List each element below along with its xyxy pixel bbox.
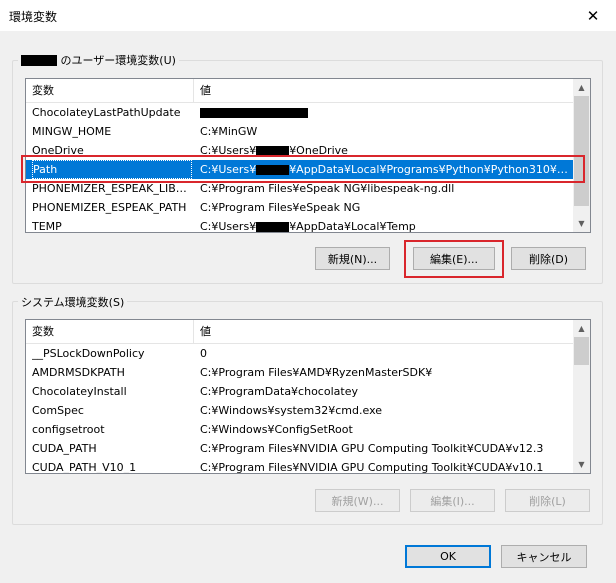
scroll-thumb[interactable] bbox=[574, 337, 589, 365]
window-title: 環境変数 bbox=[9, 10, 58, 24]
system-edit-button[interactable]: 編集(I)... bbox=[410, 489, 495, 512]
variable-value: C:¥Windows¥system32¥cmd.exe bbox=[200, 404, 383, 417]
vertical-scrollbar[interactable]: ▲ ▼ bbox=[573, 79, 590, 232]
column-header-value[interactable]: 値 bbox=[194, 320, 573, 344]
list-header: 変数 値 bbox=[26, 320, 573, 344]
system-variables-label: システム環境変数(S) bbox=[18, 294, 128, 310]
variable-name: CUDA_PATH bbox=[32, 442, 97, 455]
variable-value: C:¥Program Files¥AMD¥RyzenMasterSDK¥ bbox=[200, 366, 433, 379]
variable-name: CUDA_PATH_V10_1 bbox=[32, 461, 137, 474]
scroll-up-icon[interactable]: ▲ bbox=[573, 320, 590, 337]
table-row[interactable]: AMDRMSDKPATH C:¥Program Files¥AMD¥RyzenM… bbox=[26, 363, 573, 382]
scroll-down-icon[interactable]: ▼ bbox=[573, 215, 590, 232]
variable-value: C:¥Program Files¥eSpeak NG bbox=[200, 201, 361, 214]
list-header: 変数 値 bbox=[26, 79, 573, 103]
variable-name: PHONEMIZER_ESPEAK_PATH bbox=[32, 201, 187, 214]
table-row[interactable]: configsetroot C:¥Windows¥ConfigSetRoot bbox=[26, 420, 573, 439]
variable-value: C:¥Users¥ ¥OneDrive bbox=[200, 144, 348, 157]
cancel-button[interactable]: キャンセル bbox=[501, 545, 587, 568]
variable-name: TEMP bbox=[32, 220, 62, 233]
table-row[interactable]: TEMP C:¥Users¥ ¥AppData¥Local¥Temp bbox=[26, 217, 573, 233]
variable-value: C:¥Program Files¥NVIDIA GPU Computing To… bbox=[200, 461, 544, 474]
variable-name: OneDrive bbox=[32, 144, 84, 157]
table-row[interactable]: ChocolateyLastPathUpdate bbox=[26, 103, 573, 122]
table-row[interactable]: MINGW_HOME C:¥MinGW bbox=[26, 122, 573, 141]
table-row[interactable]: PHONEMIZER_ESPEAK_PATH C:¥Program Files¥… bbox=[26, 198, 573, 217]
redacted-username bbox=[256, 146, 290, 156]
ok-button[interactable]: OK bbox=[405, 545, 491, 568]
user-edit-button[interactable]: 編集(E)... bbox=[413, 247, 495, 270]
variable-name: Path bbox=[32, 160, 192, 179]
user-new-button[interactable]: 新規(N)... bbox=[315, 247, 390, 270]
column-header-value[interactable]: 値 bbox=[194, 79, 573, 103]
variable-value: C:¥Users¥ ¥AppData¥Local¥Programs¥Python¥… bbox=[200, 163, 570, 176]
variable-name: configsetroot bbox=[32, 423, 105, 436]
system-variables-list[interactable]: 変数 値 __PSLockDownPolicy 0 AMDRMSDKPATH C… bbox=[25, 319, 591, 474]
system-new-button[interactable]: 新規(W)... bbox=[315, 489, 400, 512]
variable-value: C:¥Program Files¥eSpeak NG¥libespeak-ng.… bbox=[200, 182, 455, 195]
table-row-selected[interactable]: Path C:¥Users¥ ¥AppData¥Local¥Programs¥Py… bbox=[26, 160, 573, 179]
variable-name: PHONEMIZER_ESPEAK_LIBR... bbox=[32, 182, 192, 195]
variable-name: __PSLockDownPolicy bbox=[32, 347, 145, 360]
variable-name: AMDRMSDKPATH bbox=[32, 366, 125, 379]
variable-value: 0 bbox=[200, 347, 207, 360]
vertical-scrollbar[interactable]: ▲ ▼ bbox=[573, 320, 590, 473]
close-icon[interactable]: ✕ bbox=[570, 0, 616, 31]
table-row[interactable]: __PSLockDownPolicy 0 bbox=[26, 344, 573, 363]
redacted-username bbox=[21, 55, 57, 66]
table-row[interactable]: PHONEMIZER_ESPEAK_LIBR... C:¥Program Fil… bbox=[26, 179, 573, 198]
column-header-variable[interactable]: 変数 bbox=[26, 79, 194, 103]
table-row[interactable]: ComSpec C:¥Windows¥system32¥cmd.exe bbox=[26, 401, 573, 420]
title-bar: 環境変数 ✕ bbox=[0, 0, 616, 31]
table-row[interactable]: CUDA_PATH C:¥Program Files¥NVIDIA GPU Co… bbox=[26, 439, 573, 458]
variable-value: C:¥MinGW bbox=[200, 125, 258, 138]
scroll-up-icon[interactable]: ▲ bbox=[573, 79, 590, 96]
user-delete-button[interactable]: 削除(D) bbox=[511, 247, 586, 270]
variable-value bbox=[200, 103, 570, 122]
variable-value: C:¥Users¥ ¥AppData¥Local¥Temp bbox=[200, 220, 416, 233]
redacted-username bbox=[256, 222, 290, 232]
variable-name: ComSpec bbox=[32, 404, 84, 417]
table-row[interactable]: ChocolateyInstall C:¥ProgramData¥chocola… bbox=[26, 382, 573, 401]
scroll-thumb[interactable] bbox=[574, 96, 589, 206]
redacted-value bbox=[200, 108, 308, 118]
variable-name: MINGW_HOME bbox=[32, 125, 112, 138]
user-variables-list[interactable]: 変数 値 ChocolateyLastPathUpdate MINGW_HOME… bbox=[25, 78, 591, 233]
redacted-username bbox=[256, 165, 290, 175]
variable-value: C:¥Windows¥ConfigSetRoot bbox=[200, 423, 353, 436]
variable-name: ChocolateyLastPathUpdate bbox=[32, 106, 181, 119]
table-row[interactable]: OneDrive C:¥Users¥ ¥OneDrive bbox=[26, 141, 573, 160]
scroll-down-icon[interactable]: ▼ bbox=[573, 456, 590, 473]
variable-name: ChocolateyInstall bbox=[32, 385, 127, 398]
system-delete-button[interactable]: 削除(L) bbox=[505, 489, 590, 512]
variable-value: C:¥Program Files¥NVIDIA GPU Computing To… bbox=[200, 442, 544, 455]
table-row[interactable]: CUDA_PATH_V10_1 C:¥Program Files¥NVIDIA … bbox=[26, 458, 573, 474]
user-variables-label: のユーザー環境変数(U) bbox=[18, 52, 179, 68]
variable-value: C:¥ProgramData¥chocolatey bbox=[200, 385, 358, 398]
column-header-variable[interactable]: 変数 bbox=[26, 320, 194, 344]
